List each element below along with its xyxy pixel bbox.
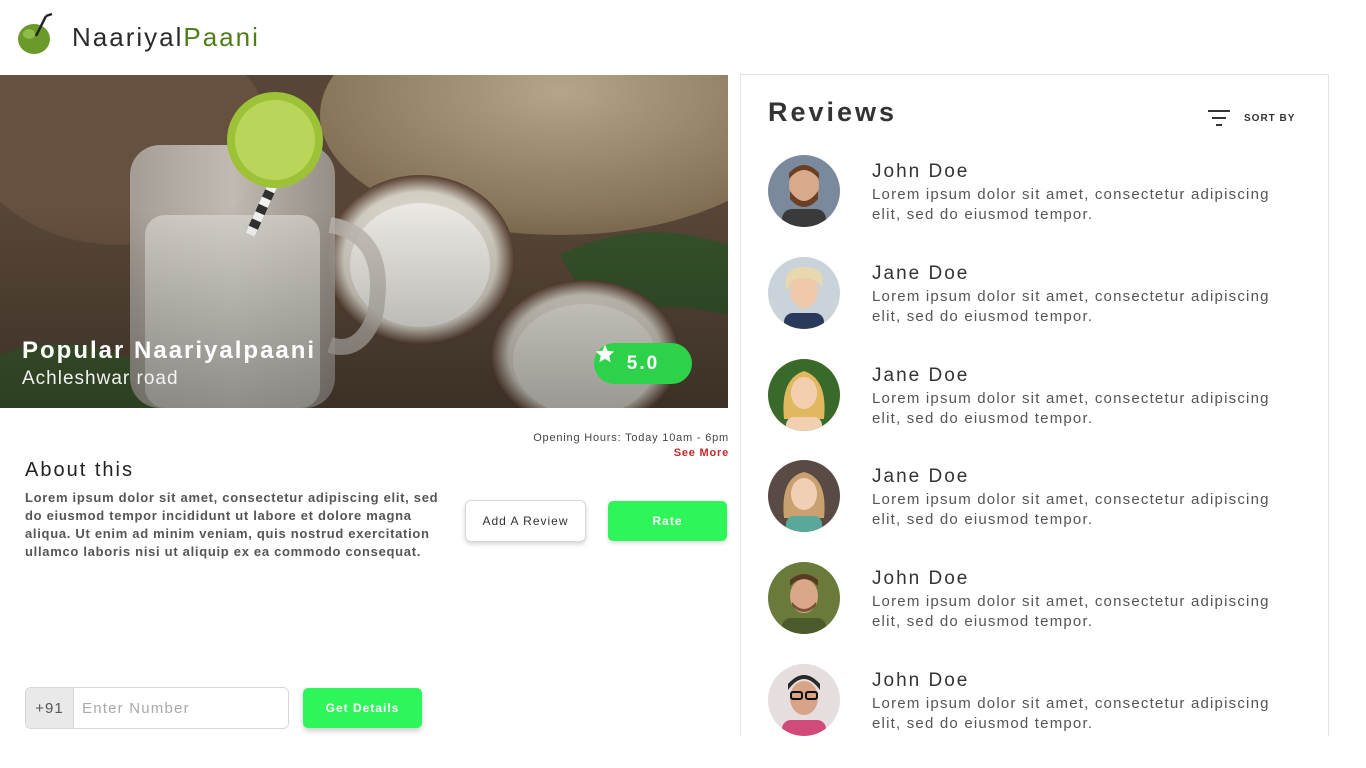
star-icon xyxy=(595,344,615,363)
rating-badge[interactable]: 5.0 xyxy=(594,343,692,384)
avatar xyxy=(768,257,840,329)
avatar xyxy=(768,664,840,736)
reviews-panel: Reviews SORT BY John Doe Lorem ipsum dol… xyxy=(740,74,1329,736)
review-item[interactable]: John Doe Lorem ipsum dolor sit amet, con… xyxy=(768,664,1308,736)
rating-value: 5.0 xyxy=(626,352,660,374)
see-more-link[interactable]: See More xyxy=(600,447,729,459)
reviewer-name: John Doe xyxy=(872,568,970,589)
avatar xyxy=(768,359,840,431)
hero-banner: Popular Naariyalpaani Achleshwar road 5.… xyxy=(0,75,728,408)
review-text: Lorem ipsum dolor sit amet, consectetur … xyxy=(872,186,1270,223)
add-review-button[interactable]: Add A Review xyxy=(465,500,586,542)
review-text: Lorem ipsum dolor sit amet, consectetur … xyxy=(872,390,1270,427)
opening-hours: Opening Hours: Today 10am - 6pm xyxy=(533,432,729,444)
review-text: Lorem ipsum dolor sit amet, consectetur … xyxy=(872,491,1270,528)
review-item[interactable]: Jane Doe Lorem ipsum dolor sit amet, con… xyxy=(768,460,1308,540)
reviews-title: Reviews xyxy=(768,97,898,127)
sort-button[interactable]: SORT BY xyxy=(1207,109,1295,127)
get-details-button[interactable]: Get Details xyxy=(303,688,422,728)
about-title: About this xyxy=(25,459,134,481)
review-text: Lorem ipsum dolor sit amet, consectetur … xyxy=(872,288,1270,325)
shop-address: Achleshwar road xyxy=(22,368,179,389)
filter-lines-icon xyxy=(1208,110,1230,126)
brand-part-1: Naariyal xyxy=(72,22,184,52)
reviewer-name: John Doe xyxy=(872,161,970,182)
phone-number-input[interactable] xyxy=(74,688,288,728)
country-code: +91 xyxy=(26,688,74,728)
reviewer-name: Jane Doe xyxy=(872,466,970,487)
avatar xyxy=(768,155,840,227)
brand-title[interactable]: NaariyalPaani xyxy=(72,22,260,53)
avatar xyxy=(768,460,840,532)
review-item[interactable]: Jane Doe Lorem ipsum dolor sit amet, con… xyxy=(768,359,1308,439)
brand-part-2: Paani xyxy=(183,22,260,52)
review-text: Lorem ipsum dolor sit amet, consectetur … xyxy=(872,695,1270,732)
reviewer-name: John Doe xyxy=(872,670,970,691)
rate-button[interactable]: Rate xyxy=(608,501,727,541)
shop-title: Popular Naariyalpaani xyxy=(22,337,317,364)
review-item[interactable]: Jane Doe Lorem ipsum dolor sit amet, con… xyxy=(768,257,1308,337)
phone-field: +91 xyxy=(25,687,289,729)
review-item[interactable]: John Doe Lorem ipsum dolor sit amet, con… xyxy=(768,562,1308,642)
app-header: NaariyalPaani xyxy=(0,0,1366,75)
review-text: Lorem ipsum dolor sit amet, consectetur … xyxy=(872,593,1270,630)
review-item[interactable]: John Doe Lorem ipsum dolor sit amet, con… xyxy=(768,155,1308,235)
avatar xyxy=(768,562,840,634)
coconut-icon[interactable] xyxy=(16,12,56,56)
about-text: Lorem ipsum dolor sit amet, consectetur … xyxy=(25,490,439,559)
reviewer-name: Jane Doe xyxy=(872,365,970,386)
sort-label: SORT BY xyxy=(1244,112,1296,124)
reviewer-name: Jane Doe xyxy=(872,263,970,284)
